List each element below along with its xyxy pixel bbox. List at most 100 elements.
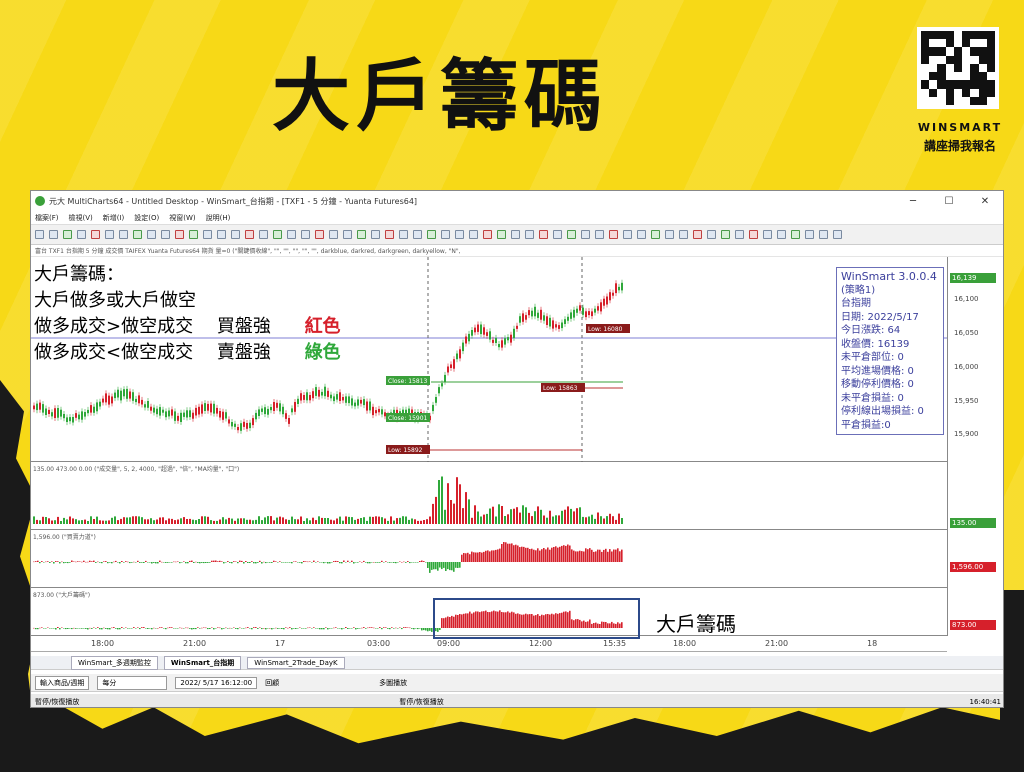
volume-bar <box>342 520 344 524</box>
toolbar-button[interactable] <box>497 230 506 239</box>
toolbar-button[interactable] <box>763 230 772 239</box>
toolbar-button[interactable] <box>273 230 282 239</box>
minimize-button[interactable]: ─ <box>895 196 931 207</box>
toolbar-button[interactable] <box>49 230 58 239</box>
sheet-tab[interactable]: WinSmart_2Trade_DayK <box>247 656 345 669</box>
qr-code[interactable] <box>917 27 999 109</box>
whale-bar <box>393 628 395 629</box>
symbol-input[interactable]: 輸入商品/週期 <box>35 675 90 690</box>
toolbar-button[interactable] <box>665 230 674 239</box>
toolbar-button[interactable] <box>595 230 604 239</box>
toolbar-button[interactable] <box>175 230 184 239</box>
close-button[interactable]: ✕ <box>967 196 1003 207</box>
qr-module <box>953 63 963 73</box>
whale-bar <box>217 627 219 628</box>
toolbar-button[interactable] <box>91 230 100 239</box>
maximize-button[interactable]: ☐ <box>931 196 967 207</box>
toolbar-button[interactable] <box>287 230 296 239</box>
price-tick: 15,900 <box>954 430 979 438</box>
toolbar-button[interactable] <box>805 230 814 239</box>
toolbar-button[interactable] <box>623 230 632 239</box>
qr-module <box>937 80 946 89</box>
toolbar-button[interactable] <box>217 230 226 239</box>
replay-button[interactable]: 回顧 <box>265 678 279 688</box>
toolbar-button[interactable] <box>511 230 520 239</box>
menu-settings[interactable]: 設定(O) <box>134 213 159 223</box>
toolbar-button[interactable] <box>637 230 646 239</box>
toolbar-button[interactable] <box>693 230 702 239</box>
toolbar-button[interactable] <box>189 230 198 239</box>
toolbar-button[interactable] <box>609 230 618 239</box>
whale-bar <box>409 627 411 629</box>
toolbar-button[interactable] <box>63 230 72 239</box>
toolbar-button[interactable] <box>791 230 800 239</box>
toolbar-button[interactable] <box>539 230 548 239</box>
whale-bar <box>75 628 77 629</box>
menu-insert[interactable]: 新增(I) <box>103 213 125 223</box>
volume-bar <box>228 517 230 524</box>
toolbar-button[interactable] <box>147 230 156 239</box>
volume-scale[interactable]: 135.00 <box>947 462 1003 530</box>
toolbar-button[interactable] <box>343 230 352 239</box>
toolbar-button[interactable] <box>399 230 408 239</box>
toolbar-button[interactable] <box>819 230 828 239</box>
toolbar-button[interactable] <box>161 230 170 239</box>
toolbar-button[interactable] <box>441 230 450 239</box>
toolbar-button[interactable] <box>371 230 380 239</box>
toolbar-button[interactable] <box>329 230 338 239</box>
buypower-bar <box>505 542 507 562</box>
toolbar-button[interactable] <box>105 230 114 239</box>
toolbar-button[interactable] <box>427 230 436 239</box>
whale-bar <box>249 628 251 629</box>
toolbar-button[interactable] <box>777 230 786 239</box>
toolbar-button[interactable] <box>119 230 128 239</box>
toolbar-button[interactable] <box>525 230 534 239</box>
toolbar-button[interactable] <box>413 230 422 239</box>
toolbar-button[interactable] <box>679 230 688 239</box>
strategy-info-box: WinSmart 3.0.0.4 (策略1) 台指期 日期: 2022/5/17 今日漲… <box>836 267 944 435</box>
toolbar-button[interactable] <box>469 230 478 239</box>
toolbar-button[interactable] <box>749 230 758 239</box>
toolbar-button[interactable] <box>35 230 44 239</box>
toolbar-button[interactable] <box>721 230 730 239</box>
toolbar-button[interactable] <box>203 230 212 239</box>
toolbar-button[interactable] <box>581 230 590 239</box>
whale-scale[interactable]: 873.00 <box>947 588 1003 636</box>
volume-panel[interactable]: 135.00 473.00 0.00 ("成交量", 5, 2, 4000, "… <box>31 462 947 530</box>
toolbar-button[interactable] <box>455 230 464 239</box>
buypower-bar <box>151 562 153 564</box>
toolbar-button[interactable] <box>231 230 240 239</box>
sheet-tab[interactable]: WinSmart_台指期 <box>163 655 242 670</box>
menu-bar: 檔案(F) 檢視(V) 新增(I) 設定(O) 視窗(W) 說明(H) <box>31 211 1003 225</box>
sheet-tab[interactable]: WinSmart_多週期監控 <box>71 655 158 670</box>
buypower-bar <box>127 561 129 563</box>
period-select[interactable]: 每分 <box>97 675 168 690</box>
toolbar-button[interactable] <box>77 230 86 239</box>
toolbar-button[interactable] <box>567 230 576 239</box>
datetime-input[interactable]: 2022/ 5/17 16:12:00 <box>175 676 258 689</box>
info-line: 今日漲跌: 64 <box>841 325 901 336</box>
toolbar-button[interactable] <box>483 230 492 239</box>
toolbar-button[interactable] <box>315 230 324 239</box>
toolbar-button[interactable] <box>553 230 562 239</box>
menu-window[interactable]: 視窗(W) <box>169 213 195 223</box>
toolbar-button[interactable] <box>385 230 394 239</box>
toolbar-button[interactable] <box>735 230 744 239</box>
toolbar-button[interactable] <box>357 230 366 239</box>
menu-file[interactable]: 檔案(F) <box>35 213 59 223</box>
toolbar-button[interactable] <box>651 230 660 239</box>
toolbar-button[interactable] <box>259 230 268 239</box>
buypower-scale[interactable]: 1,596.00 <box>947 530 1003 588</box>
price-scale[interactable]: 16,100 16,050 16,000 15,950 15,900 16,13… <box>947 257 1003 462</box>
toolbar-button[interactable] <box>707 230 716 239</box>
menu-view[interactable]: 檢視(V) <box>69 213 93 223</box>
buypower-panel[interactable]: 1,596.00 ("買賣力道") <box>31 530 947 588</box>
qr-module <box>937 31 946 40</box>
toolbar-button[interactable] <box>245 230 254 239</box>
toolbar-button[interactable] <box>301 230 310 239</box>
toolbar-button[interactable] <box>133 230 142 239</box>
multi-play-button[interactable]: 多圖播放 <box>379 678 407 688</box>
buypower-bar <box>495 549 497 562</box>
toolbar-button[interactable] <box>833 230 842 239</box>
menu-help[interactable]: 說明(H) <box>206 213 231 223</box>
